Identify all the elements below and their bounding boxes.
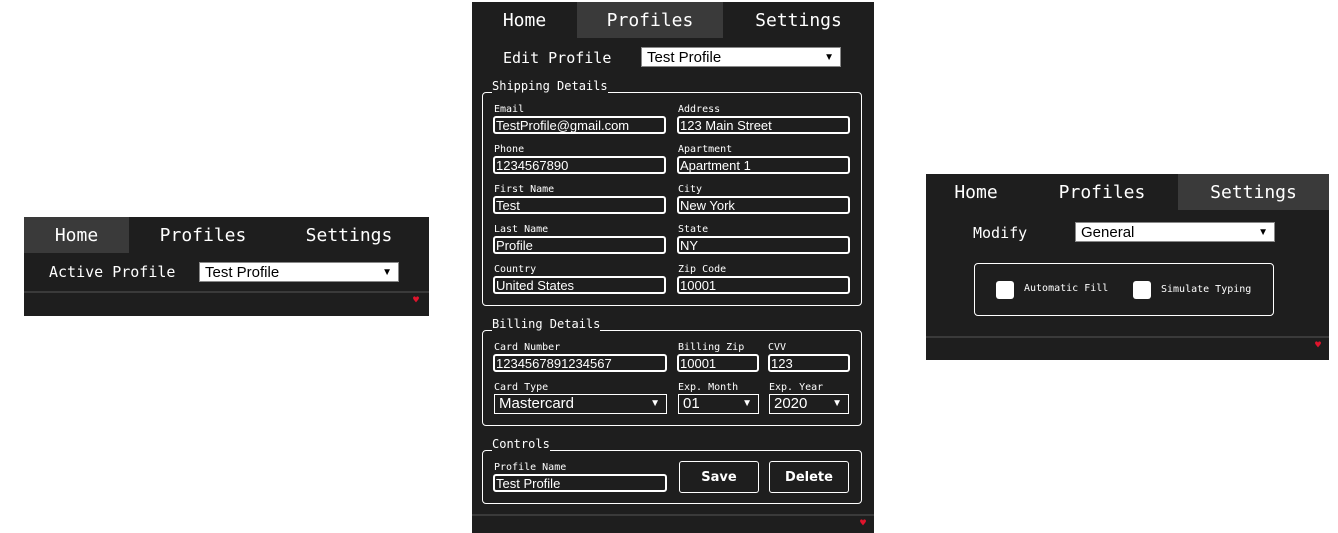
edit-profile-value: Test Profile	[647, 49, 722, 66]
tab-bar: Home Profiles Settings	[24, 217, 429, 253]
home-panel: Home Profiles Settings Active Profile Te…	[24, 217, 429, 316]
shipping-legend: Shipping Details	[492, 79, 608, 93]
modify-label: Modify	[973, 224, 1028, 242]
country-label: Country	[494, 264, 537, 275]
zip-field[interactable]: 10001	[677, 276, 850, 294]
active-profile-value: Test Profile	[205, 264, 280, 281]
card-type-value: Mastercard	[499, 395, 575, 412]
tab-profiles[interactable]: Profiles	[577, 2, 723, 38]
simulate-typing-checkbox[interactable]	[1133, 281, 1151, 299]
last-name-label: Last Name	[494, 224, 549, 235]
cvv-field[interactable]: 123	[768, 354, 850, 372]
apartment-label: Apartment	[678, 144, 733, 155]
active-profile-select[interactable]: Test Profile ▼	[199, 262, 399, 282]
billing-zip-label: Billing Zip	[678, 342, 745, 353]
tab-home[interactable]: Home	[24, 217, 129, 253]
card-number-field[interactable]: 1234567891234567	[493, 354, 667, 372]
settings-panel: Home Profiles Settings Modify General ▼ …	[926, 174, 1329, 360]
footer-divider	[926, 336, 1329, 338]
tab-settings[interactable]: Settings	[277, 217, 421, 253]
first-name-label: First Name	[494, 184, 555, 195]
save-button[interactable]: Save	[679, 461, 759, 493]
profile-name-field[interactable]: Test Profile	[493, 474, 667, 492]
controls-legend: Controls	[492, 437, 550, 451]
tab-home[interactable]: Home	[926, 174, 1026, 210]
chevron-down-icon: ▼	[742, 398, 752, 409]
city-field[interactable]: New York	[677, 196, 850, 214]
exp-year-label: Exp. Year	[769, 382, 824, 393]
heart-icon: ♥	[859, 518, 866, 529]
chevron-down-icon: ▼	[824, 52, 834, 63]
tab-profiles[interactable]: Profiles	[129, 217, 277, 253]
profile-name-label: Profile Name	[494, 462, 567, 473]
country-field[interactable]: United States	[493, 276, 666, 294]
simulate-typing-label: Simulate Typing	[1161, 284, 1252, 295]
phone-field[interactable]: 1234567890	[493, 156, 666, 174]
email-field[interactable]: TestProfile@gmail.com	[493, 116, 666, 134]
last-name-field[interactable]: Profile	[493, 236, 666, 254]
card-type-label: Card Type	[494, 382, 549, 393]
address-label: Address	[678, 104, 721, 115]
tab-settings[interactable]: Settings	[723, 2, 874, 38]
exp-month-label: Exp. Month	[678, 382, 739, 393]
tab-bar: Home Profiles Settings	[926, 174, 1329, 210]
cvv-label: CVV	[768, 342, 787, 353]
edit-profile-label: Edit Profile	[503, 49, 612, 67]
address-field[interactable]: 123 Main Street	[677, 116, 850, 134]
zip-label: Zip Code	[678, 264, 727, 275]
footer-divider	[472, 514, 874, 516]
edit-profile-select[interactable]: Test Profile ▼	[641, 47, 841, 67]
billing-legend: Billing Details	[492, 317, 601, 331]
profiles-panel: Home Profiles Settings Edit Profile Test…	[472, 2, 874, 533]
card-type-select[interactable]: Mastercard ▼	[494, 394, 667, 414]
automatic-fill-checkbox[interactable]	[996, 281, 1014, 299]
billing-zip-field[interactable]: 10001	[677, 354, 759, 372]
exp-year-value: 2020	[774, 395, 808, 412]
chevron-down-icon: ▼	[650, 398, 660, 409]
chevron-down-icon: ▼	[1258, 227, 1268, 238]
delete-button[interactable]: Delete	[769, 461, 849, 493]
modify-select[interactable]: General ▼	[1075, 222, 1275, 242]
exp-year-select[interactable]: 2020 ▼	[769, 394, 849, 414]
heart-icon: ♥	[412, 295, 419, 306]
apartment-field[interactable]: Apartment 1	[677, 156, 850, 174]
chevron-down-icon: ▼	[382, 267, 392, 278]
city-label: City	[678, 184, 703, 195]
modify-value: General	[1081, 224, 1135, 241]
state-label: State	[678, 224, 709, 235]
card-number-label: Card Number	[494, 342, 561, 353]
heart-icon: ♥	[1314, 340, 1321, 351]
state-field[interactable]: NY	[677, 236, 850, 254]
tab-profiles[interactable]: Profiles	[1026, 174, 1178, 210]
email-label: Email	[494, 104, 525, 115]
active-profile-label: Active Profile	[49, 263, 176, 281]
tab-settings[interactable]: Settings	[1178, 174, 1329, 210]
automatic-fill-label: Automatic Fill	[1024, 283, 1109, 294]
exp-month-select[interactable]: 01 ▼	[678, 394, 759, 414]
tab-bar: Home Profiles Settings	[472, 2, 874, 38]
phone-label: Phone	[494, 144, 525, 155]
first-name-field[interactable]: Test	[493, 196, 666, 214]
exp-month-value: 01	[683, 395, 700, 412]
footer-divider	[24, 291, 429, 293]
tab-home[interactable]: Home	[472, 2, 577, 38]
chevron-down-icon: ▼	[832, 398, 842, 409]
